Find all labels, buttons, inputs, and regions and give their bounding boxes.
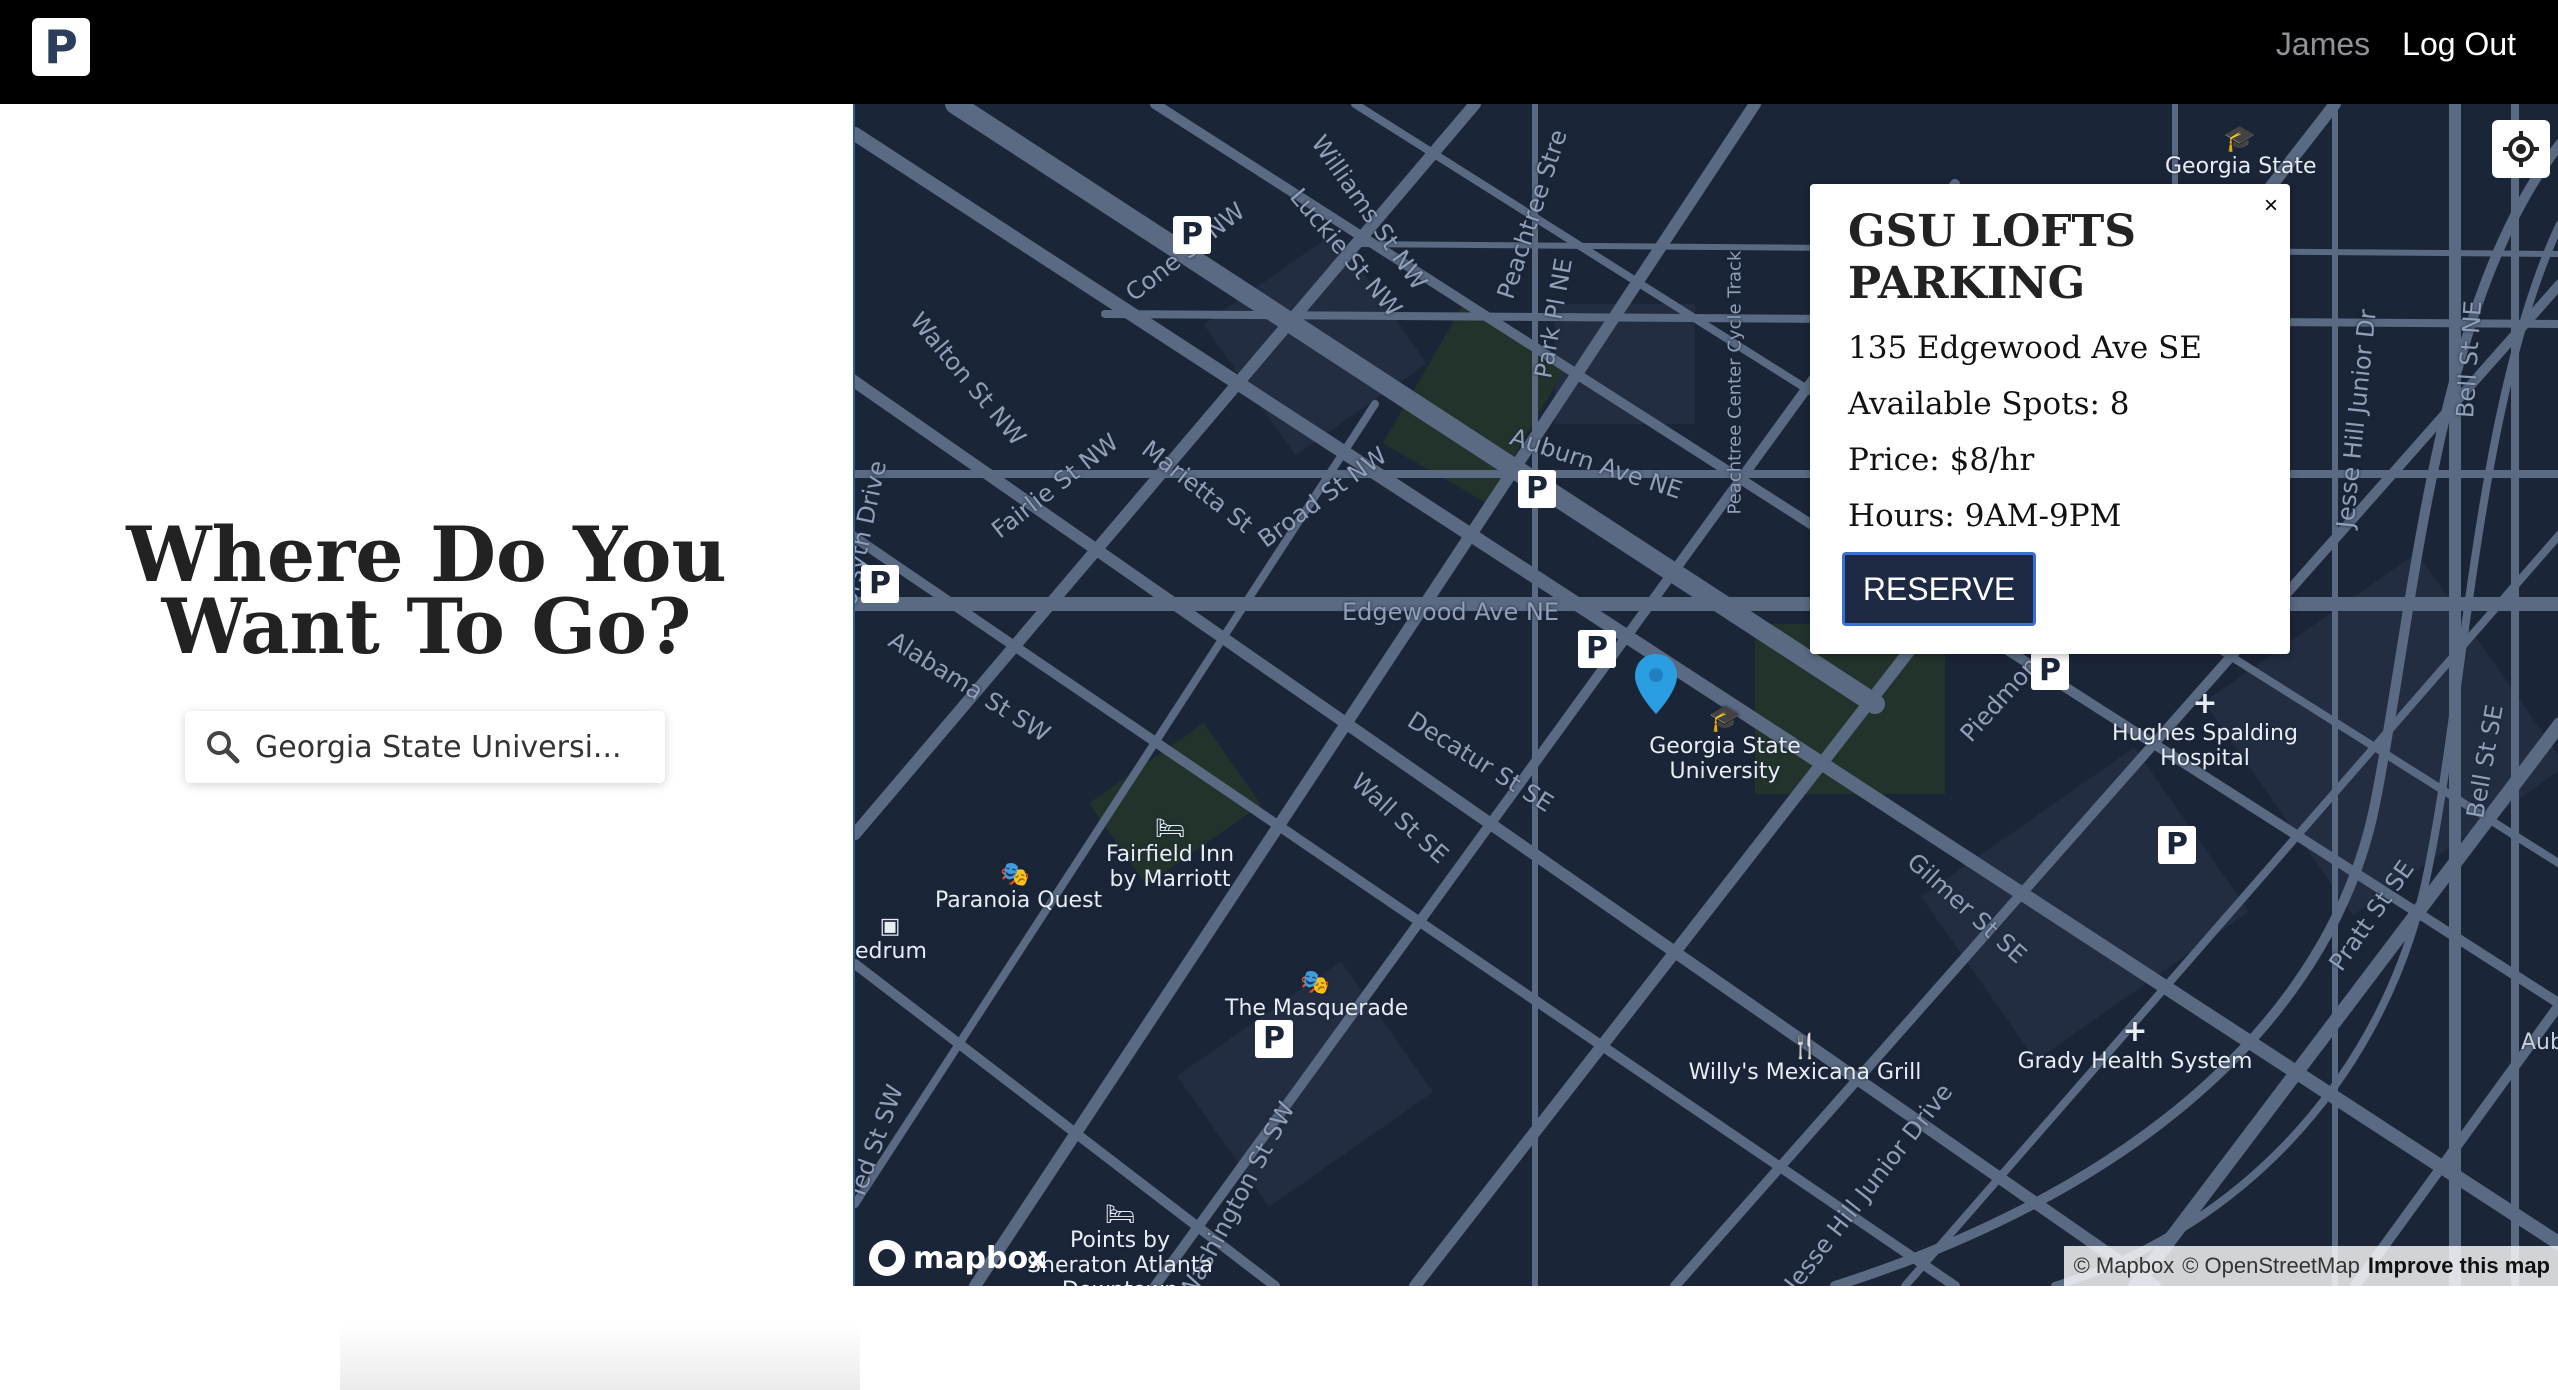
search-input[interactable] bbox=[253, 728, 647, 766]
popup-price: Price: $8/hr bbox=[1848, 442, 2035, 478]
poi-gsu-top[interactable]: 🎓 Georgia State bbox=[2165, 124, 2317, 179]
map[interactable]: Williams St NW Luckie St NW Peachtree St… bbox=[853, 104, 2558, 1286]
close-icon[interactable]: × bbox=[2264, 192, 2278, 220]
poi-hughes[interactable]: + Hughes Spalding Hospital bbox=[2110, 686, 2300, 771]
panel-shadow bbox=[340, 1324, 860, 1390]
poi-grady[interactable]: + Grady Health System bbox=[2015, 1014, 2255, 1074]
nav-links: James Log Out bbox=[2276, 26, 2516, 63]
theater-icon: 🎭 bbox=[1300, 968, 1330, 996]
poi-sheraton[interactable]: 🛏 Points by Sheraton Atlanta Downtown bbox=[1020, 1200, 1220, 1286]
graduation-cap-icon: 🎓 bbox=[2223, 124, 2257, 154]
road-network bbox=[855, 104, 2558, 1286]
popup-hours: Hours: 9AM-9PM bbox=[1848, 498, 2122, 534]
mapbox-icon bbox=[869, 1240, 905, 1276]
search-box[interactable] bbox=[185, 711, 665, 783]
parking-popup: × GSU LOFTS PARKING 135 Edgewood Ave SE … bbox=[1810, 184, 2290, 654]
crosshair-icon bbox=[2503, 131, 2539, 167]
parking-marker[interactable]: P bbox=[1578, 630, 1616, 668]
hospital-icon: + bbox=[2122, 1014, 2148, 1049]
poi-paranoia[interactable]: 🎭 Paranoia Quest bbox=[935, 860, 1102, 913]
improve-map-link[interactable]: Improve this map bbox=[2368, 1253, 2550, 1279]
osm-attribution-link[interactable]: © OpenStreetMap bbox=[2182, 1253, 2360, 1279]
logo-icon[interactable]: P bbox=[32, 18, 90, 76]
parking-marker[interactable]: P bbox=[2158, 826, 2196, 864]
hotel-icon: 🛏 bbox=[1104, 1200, 1136, 1228]
parking-marker[interactable]: P bbox=[2031, 652, 2069, 690]
gallery-icon: ▣ bbox=[879, 914, 901, 939]
location-pin-icon[interactable] bbox=[1633, 652, 1679, 716]
mapbox-attribution-link[interactable]: © Mapbox bbox=[2074, 1253, 2175, 1279]
popup-title: GSU LOFTS PARKING bbox=[1848, 206, 2137, 309]
poi-willys[interactable]: 🍴 Willy's Mexicana Grill bbox=[1675, 1032, 1935, 1085]
poi-gsu[interactable]: 🎓 Georgia State University bbox=[1640, 704, 1810, 784]
poi-cathedrum[interactable]: ▣ edrum bbox=[855, 914, 927, 964]
parking-marker[interactable]: P bbox=[1255, 1020, 1293, 1058]
hotel-icon: 🛏 bbox=[1154, 814, 1186, 842]
parking-marker[interactable]: P bbox=[1173, 216, 1211, 254]
reserve-button[interactable]: RESERVE bbox=[1842, 552, 2036, 626]
navbar: P James Log Out bbox=[0, 0, 2558, 104]
road-label: Edgewood Ave NE bbox=[1342, 598, 1559, 626]
geolocate-button[interactable] bbox=[2492, 120, 2550, 178]
theater-icon: 🎭 bbox=[1000, 860, 1030, 888]
page-title: Where Do You Want To Go? bbox=[126, 510, 727, 671]
road-label: Peachtree Center Cycle Track bbox=[1724, 250, 1746, 515]
user-name[interactable]: James bbox=[2276, 26, 2370, 63]
parking-marker[interactable]: P bbox=[861, 565, 899, 603]
poi-aub: Aub bbox=[2521, 1030, 2558, 1055]
popup-address: 135 Edgewood Ave SE bbox=[1848, 330, 2202, 366]
poi-masquerade[interactable]: 🎭 The Masquerade bbox=[1225, 968, 1408, 1021]
hospital-icon: + bbox=[2192, 686, 2218, 721]
map-attribution: © Mapbox © OpenStreetMap Improve this ma… bbox=[2063, 1246, 2558, 1286]
search-panel: Where Do You Want To Go? bbox=[0, 104, 860, 1390]
parking-marker[interactable]: P bbox=[1518, 470, 1556, 508]
popup-available-spots: Available Spots: 8 bbox=[1848, 386, 2130, 422]
restaurant-icon: 🍴 bbox=[1790, 1032, 1820, 1060]
logout-link[interactable]: Log Out bbox=[2402, 26, 2516, 63]
mapbox-logo[interactable]: mapbox bbox=[869, 1240, 1047, 1276]
poi-fairfield[interactable]: 🛏 Fairfield Inn by Marriott bbox=[1095, 814, 1245, 892]
search-icon bbox=[207, 731, 240, 764]
